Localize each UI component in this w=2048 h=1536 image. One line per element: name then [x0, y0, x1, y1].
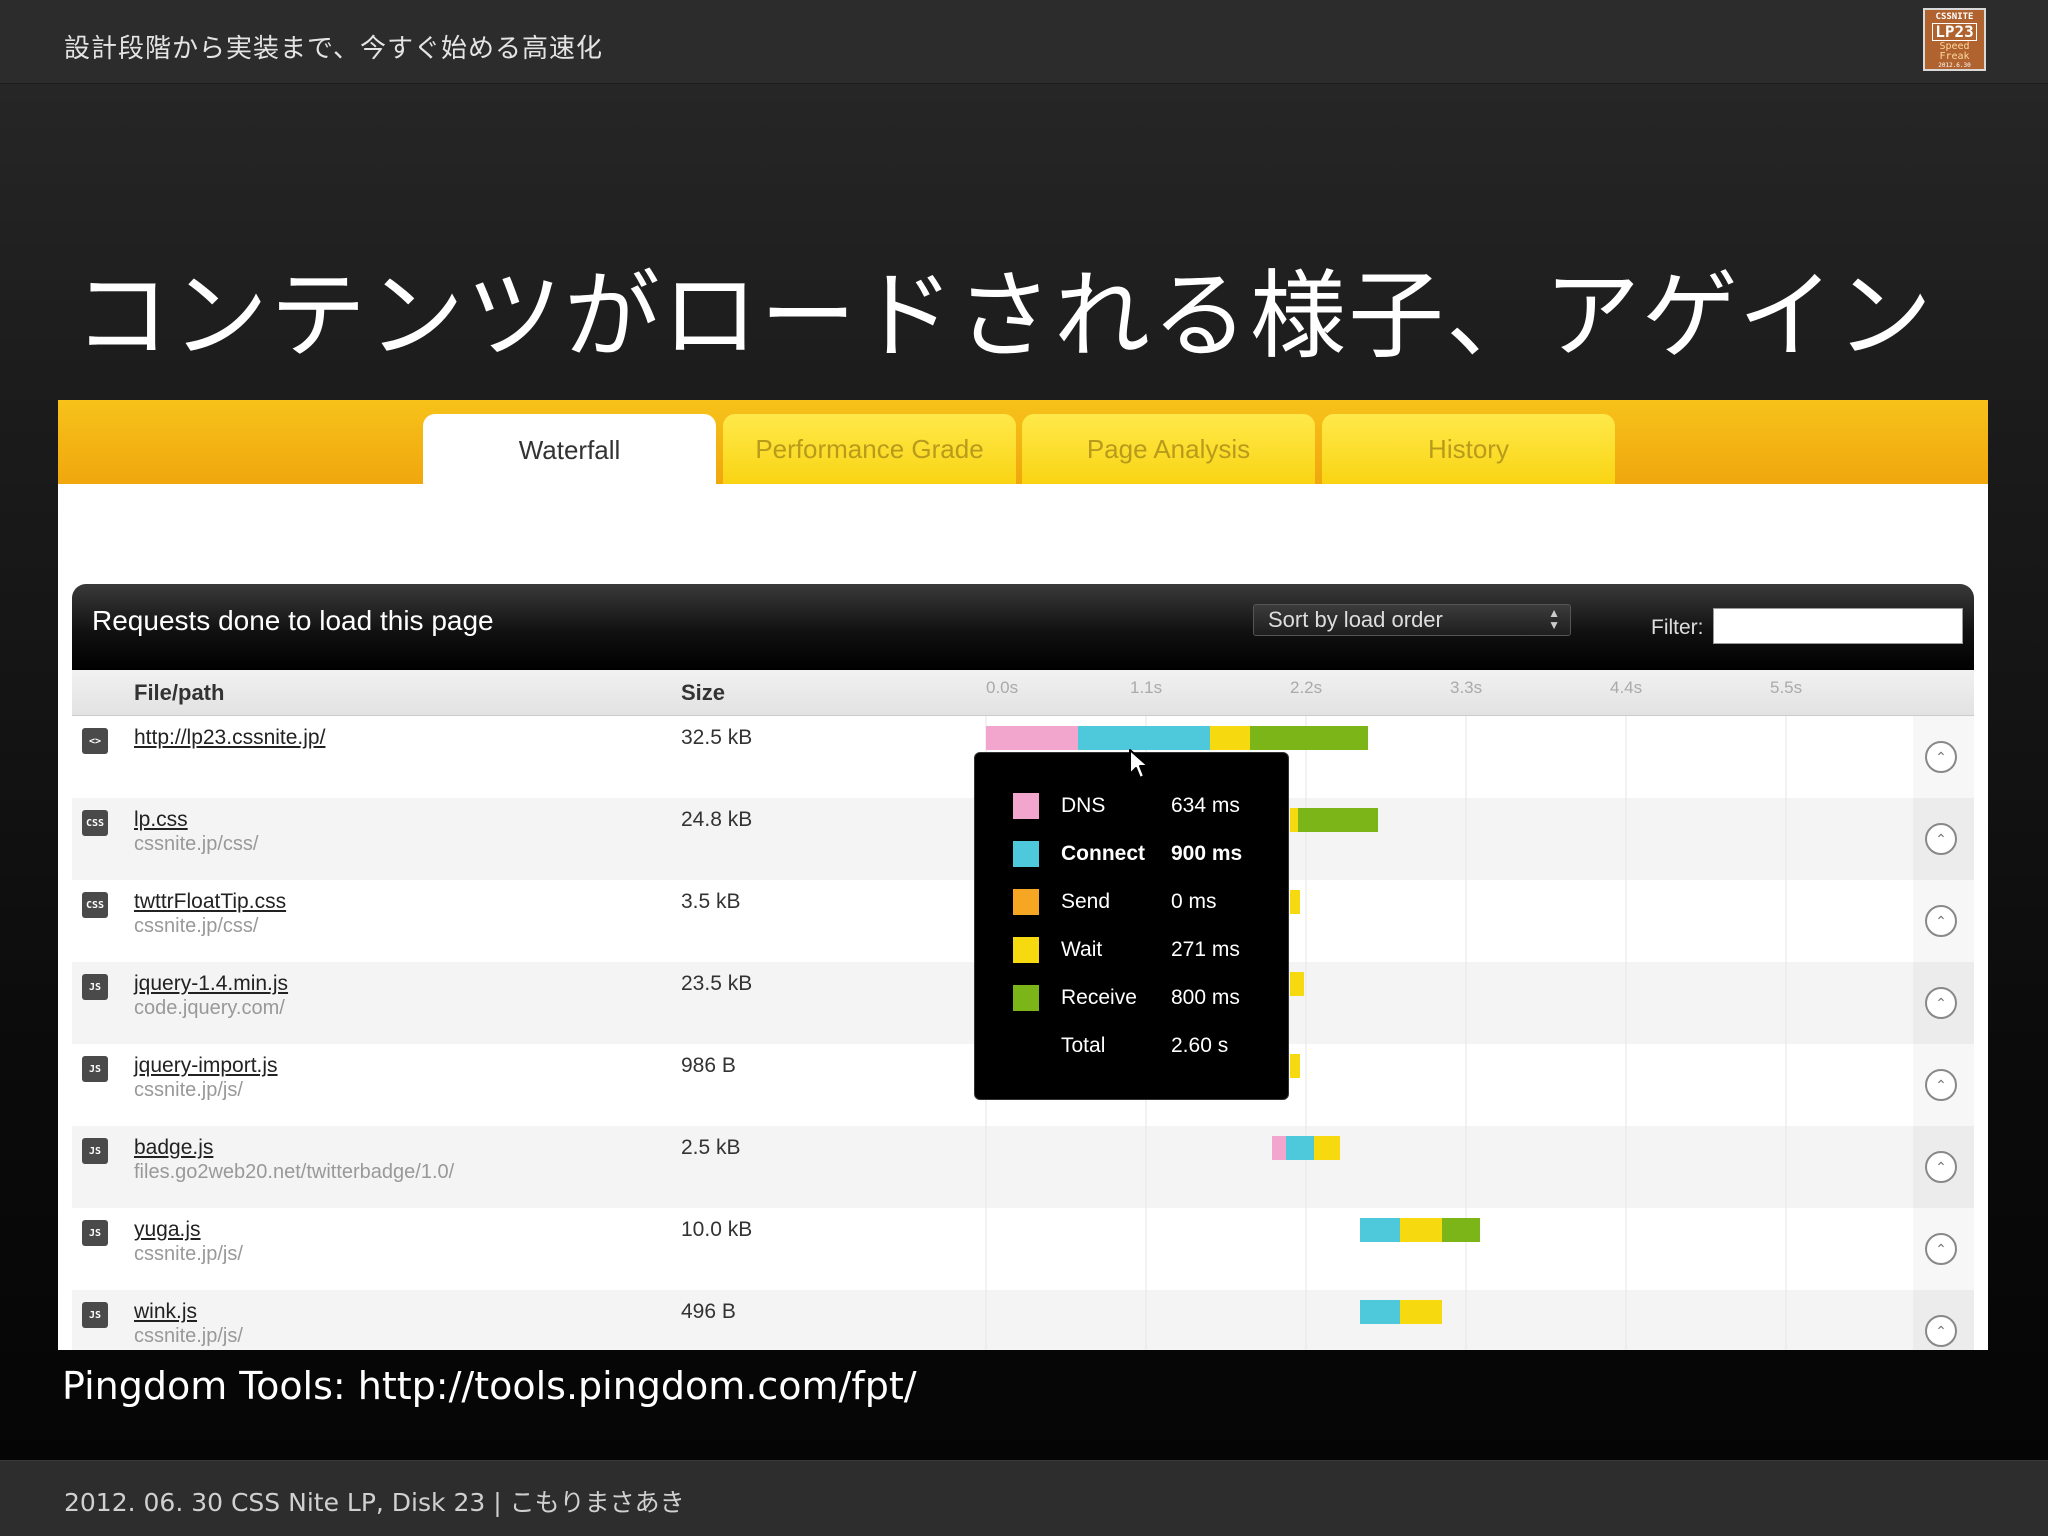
bar-wait	[1290, 890, 1300, 914]
tooltip-label: Total	[1061, 1034, 1106, 1057]
tooltip-row-receive: Receive 800 ms	[1013, 985, 1273, 1013]
tooltip-row-total: Total 2.60 s	[1013, 1033, 1273, 1061]
tooltip-label: Wait	[1061, 938, 1103, 961]
time-tick: 4.4s	[1610, 678, 1643, 697]
bar-wait	[1400, 1218, 1442, 1242]
pingdom-screenshot: Waterfall Performance Grade Page Analysi…	[58, 400, 1988, 1350]
tooltip-label: DNS	[1061, 794, 1106, 817]
bar-connect	[1360, 1300, 1400, 1324]
bar-connect	[1360, 1218, 1400, 1242]
tab-performance-grade[interactable]: Performance Grade	[723, 414, 1016, 484]
slide-header-bar: 設計段階から実装まで、今すぐ始める高速化 CSSNITE LP23 Speed …	[0, 0, 2048, 84]
timing-tooltip: DNS 634 ms Connect 900 ms Send 0 ms Wait…	[974, 752, 1289, 1100]
tab-waterfall[interactable]: Waterfall	[423, 414, 716, 486]
column-size[interactable]: Size	[681, 680, 725, 706]
time-tick: 3.3s	[1450, 678, 1483, 697]
tooltip-label: Connect	[1061, 842, 1145, 865]
bar-dns	[986, 726, 1078, 750]
connect-swatch	[1013, 841, 1039, 867]
tooltip-value: 271 ms	[1171, 938, 1240, 961]
waterfall-bars-row-8[interactable]	[1360, 1300, 1442, 1324]
bar-dns	[1272, 1136, 1286, 1160]
bar-wait	[1290, 808, 1298, 832]
send-swatch	[1013, 889, 1039, 915]
tooltip-row-wait: Wait 271 ms	[1013, 937, 1273, 965]
tooltip-value: 800 ms	[1171, 986, 1240, 1009]
tooltip-label: Receive	[1061, 986, 1137, 1009]
column-header: File/path Size 0.0s 1.1s 2.2s 3.3s 4.4s …	[72, 670, 1974, 716]
waterfall-bars-row-4[interactable]	[1290, 972, 1304, 996]
bar-wait	[1290, 972, 1304, 996]
waterfall-bars-row-3[interactable]	[1290, 890, 1300, 914]
time-tick: 1.1s	[1130, 678, 1163, 697]
waterfall-bars-row-2[interactable]	[1290, 808, 1378, 832]
footer-text: 2012. 06. 30 CSS Nite LP, Disk 23 | こもりま…	[64, 1483, 685, 1519]
requests-panel-title: Requests done to load this page	[92, 605, 494, 636]
tooltip-row-dns: DNS 634 ms	[1013, 793, 1273, 821]
slide-header-title: 設計段階から実装まで、今すぐ始める高速化	[64, 34, 603, 64]
footer-separator: |	[493, 1488, 502, 1517]
bar-connect	[1078, 726, 1210, 750]
filter-input[interactable]	[1713, 608, 1963, 644]
waterfall-bars-row-5[interactable]	[1290, 1054, 1300, 1078]
wait-swatch	[1013, 937, 1039, 963]
time-tick: 0.0s	[986, 678, 1019, 697]
slide-footer: 2012. 06. 30 CSS Nite LP, Disk 23 | こもりま…	[0, 1460, 2048, 1536]
dns-swatch	[1013, 793, 1039, 819]
logo-line-2: LP23	[1932, 23, 1977, 41]
time-tick: 2.2s	[1290, 678, 1323, 697]
tooltip-value: 2.60 s	[1171, 1034, 1229, 1057]
bar-receive	[1250, 726, 1368, 750]
receive-swatch	[1013, 985, 1039, 1011]
tab-page-analysis[interactable]: Page Analysis	[1022, 414, 1315, 484]
bar-receive	[1442, 1218, 1480, 1242]
select-arrows-icon: ▲ ▼	[1548, 606, 1560, 632]
bar-wait	[1400, 1300, 1442, 1324]
tooltip-value: 0 ms	[1171, 890, 1217, 913]
bar-wait	[1210, 726, 1250, 750]
mouse-pointer-icon	[1129, 749, 1149, 779]
bar-wait	[1290, 1054, 1300, 1078]
waterfall-bars-row-7[interactable]	[1360, 1218, 1480, 1242]
logo-line-1: CSSNITE	[1935, 12, 1974, 22]
event-logo: CSSNITE LP23 Speed Freak 2012.6.30	[1923, 8, 1986, 71]
sort-select-value: Sort by load order	[1268, 607, 1443, 632]
bar-connect	[1286, 1136, 1314, 1160]
filter-label: Filter:	[1651, 616, 1704, 639]
footer-author: こもりまさあき	[509, 1488, 685, 1517]
sort-select[interactable]: Sort by load order ▲ ▼	[1253, 604, 1571, 636]
tooltip-row-connect: Connect 900 ms	[1013, 841, 1273, 869]
bar-receive	[1298, 808, 1378, 832]
logo-line-5: 2012.6.30	[1938, 62, 1971, 69]
waterfall-bars-row-6[interactable]	[1272, 1136, 1340, 1160]
slide-caption: Pingdom Tools: http://tools.pingdom.com/…	[62, 1364, 917, 1408]
tab-history[interactable]: History	[1322, 414, 1615, 484]
tooltip-value: 900 ms	[1171, 842, 1243, 865]
requests-panel-header: Requests done to load this page Sort by …	[72, 584, 1974, 670]
footer-event: 2012. 06. 30 CSS Nite LP, Disk 23	[64, 1488, 486, 1517]
tooltip-label: Send	[1061, 890, 1111, 913]
tab-bar: Waterfall Performance Grade Page Analysi…	[58, 400, 1988, 486]
waterfall-bars-row-1[interactable]	[986, 726, 1368, 750]
tooltip-row-send: Send 0 ms	[1013, 889, 1273, 917]
time-tick: 5.5s	[1770, 678, 1803, 697]
tooltip-value: 634 ms	[1171, 794, 1240, 817]
logo-line-4: Freak	[1939, 51, 1970, 62]
column-file-path[interactable]: File/path	[134, 680, 224, 706]
slide-title: コンテンツがロードされる様子、アゲイン	[74, 260, 1935, 372]
bar-wait	[1314, 1136, 1340, 1160]
